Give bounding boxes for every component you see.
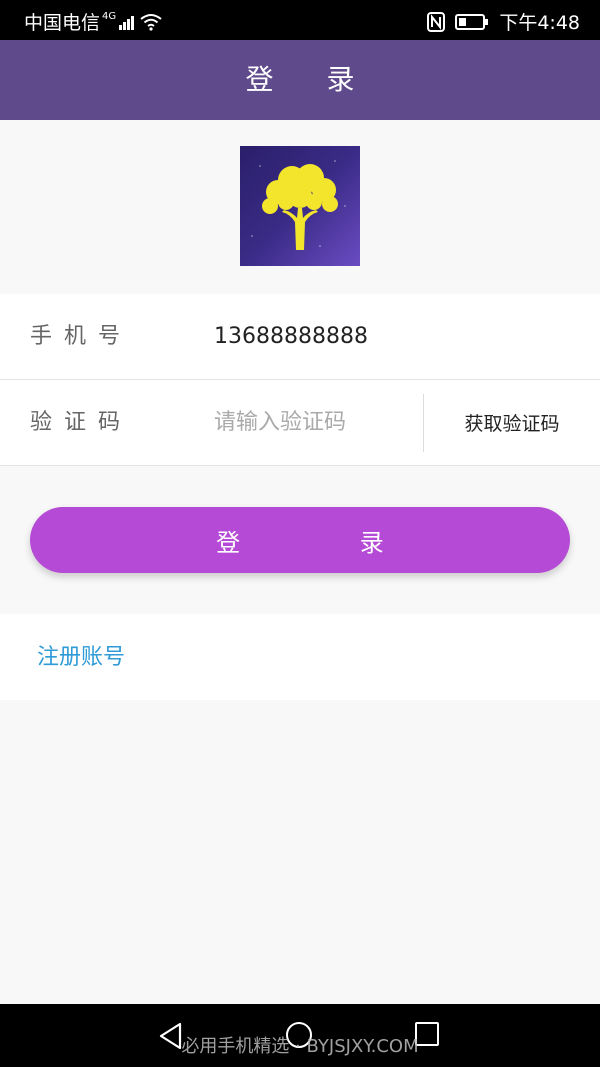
watermark: 必用手机精选 · BYJSJXY.COM (181, 1036, 419, 1057)
code-row: 验证码 获取验证码 (0, 380, 600, 466)
phone-row: 手机号 13688888888 (0, 294, 600, 380)
page-title: 登 录 (0, 40, 600, 120)
register-bar: 注册账号 (0, 614, 600, 700)
login-button[interactable]: 登 录 (30, 507, 570, 573)
carrier-label: 中国电信 (24, 12, 101, 34)
login-form: 手机号 13688888888 验证码 获取验证码 (0, 294, 600, 466)
status-bar: 中国电信 4G 下午4:48 (0, 0, 600, 40)
register-link[interactable]: 注册账号 (37, 614, 125, 702)
network-type: 4G (102, 11, 117, 22)
tree-logo (251, 160, 346, 250)
battery-icon (455, 13, 489, 30)
signal-icon (118, 14, 135, 30)
wifi-icon (140, 13, 162, 31)
app-logo (240, 146, 360, 266)
phone-label: 手机号 (30, 324, 133, 349)
clock: 下午4:48 (499, 12, 580, 34)
code-input[interactable] (214, 380, 414, 465)
phone-input[interactable]: 13688888888 (214, 294, 368, 379)
logo-area (0, 120, 600, 294)
get-code-button[interactable]: 获取验证码 (424, 380, 600, 465)
code-label: 验证码 (30, 410, 133, 435)
nfc-icon (427, 11, 446, 32)
